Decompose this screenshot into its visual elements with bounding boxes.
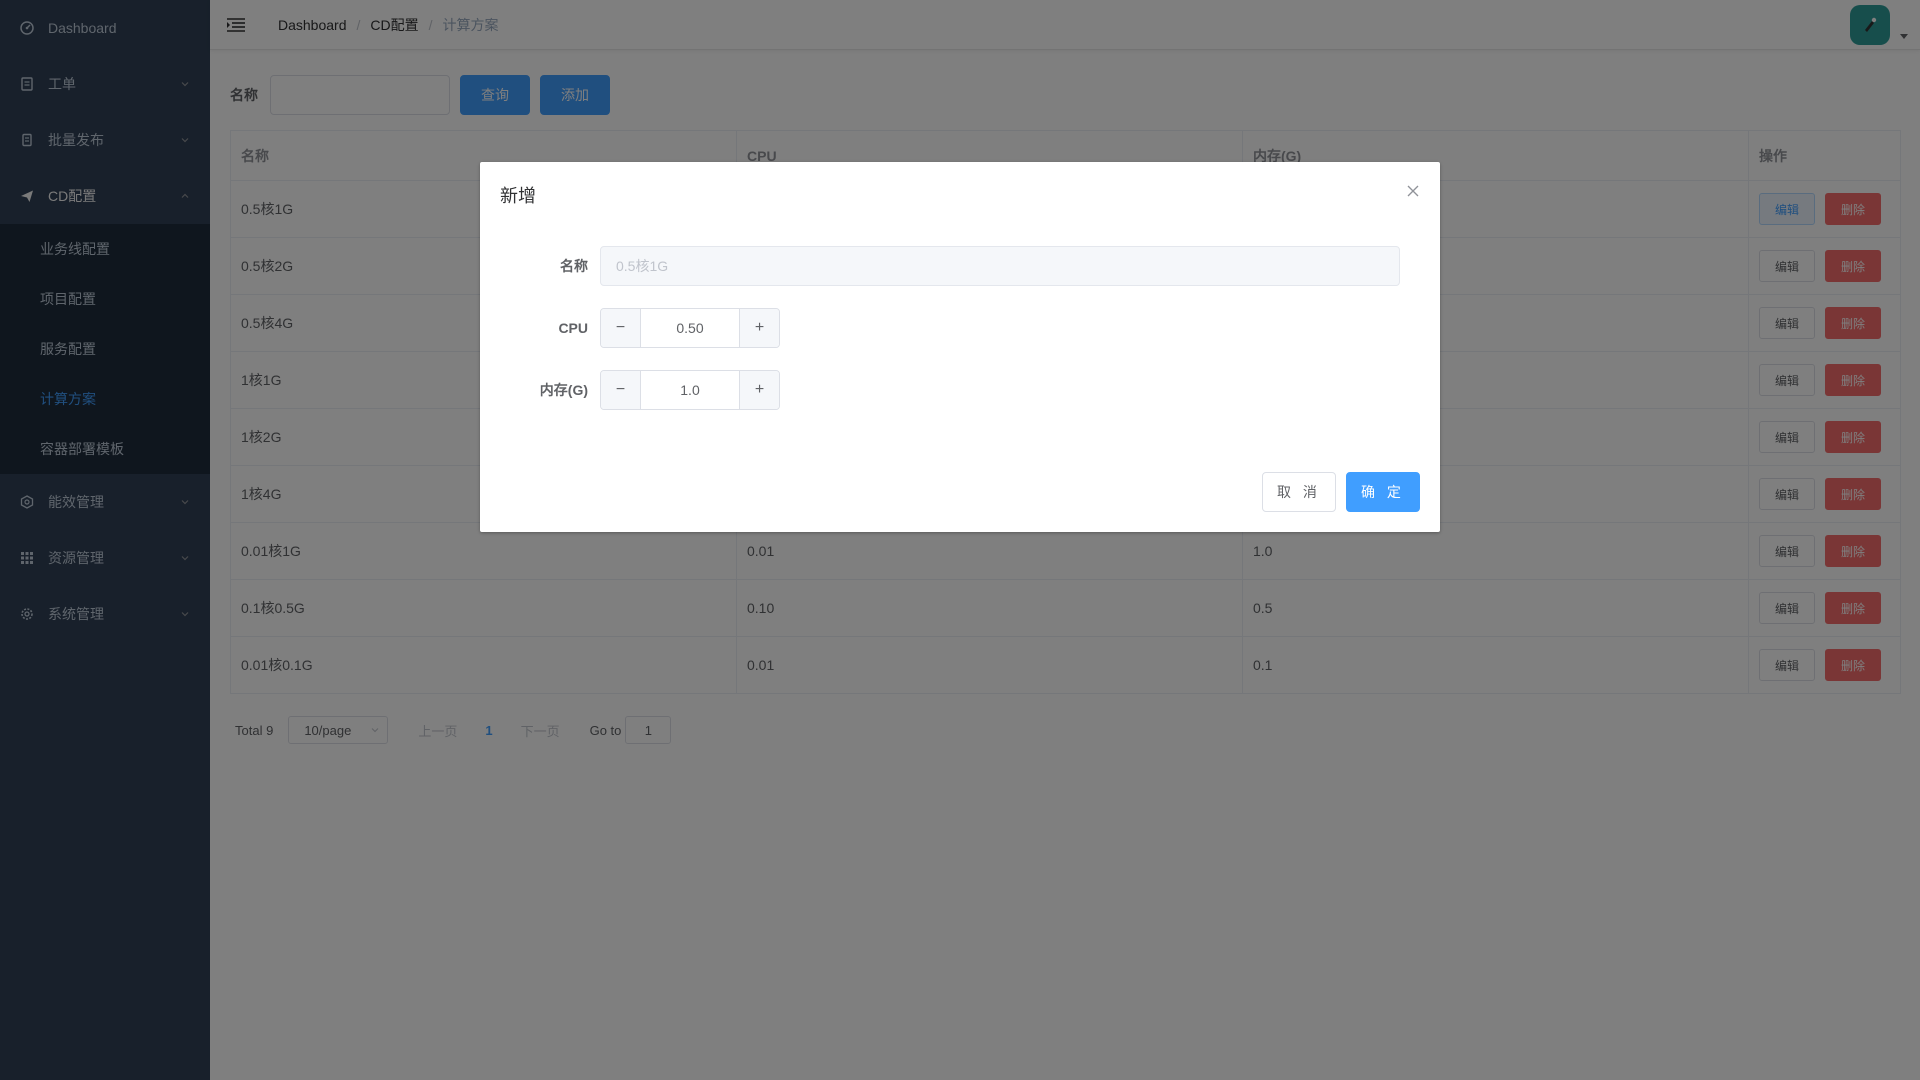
- confirm-button[interactable]: 确 定: [1346, 472, 1420, 512]
- memory-value[interactable]: 1.0: [641, 371, 739, 409]
- cpu-increase-button[interactable]: +: [739, 309, 779, 347]
- dialog-title: 新增: [500, 186, 536, 206]
- close-icon[interactable]: [1406, 184, 1420, 198]
- cancel-button[interactable]: 取 消: [1262, 472, 1336, 512]
- name-label: 名称: [560, 258, 588, 274]
- dialog-footer: 取 消 确 定: [1262, 472, 1420, 512]
- add-dialog: 新增 名称 0.5核1G CPU − 0.50 + 内存(G) − 1.0 + …: [480, 162, 1440, 532]
- form-row-cpu: CPU − 0.50 +: [480, 308, 780, 348]
- name-input[interactable]: 0.5核1G: [600, 246, 1400, 286]
- memory-label: 内存(G): [539, 382, 588, 398]
- form-row-name: 名称 0.5核1G: [480, 246, 1400, 286]
- cpu-value[interactable]: 0.50: [641, 309, 739, 347]
- memory-decrease-button[interactable]: −: [601, 371, 641, 409]
- memory-increase-button[interactable]: +: [739, 371, 779, 409]
- cpu-stepper: − 0.50 +: [600, 308, 780, 348]
- cpu-decrease-button[interactable]: −: [601, 309, 641, 347]
- memory-stepper: − 1.0 +: [600, 370, 780, 410]
- form-row-memory: 内存(G) − 1.0 +: [480, 370, 780, 410]
- cpu-label: CPU: [558, 320, 588, 336]
